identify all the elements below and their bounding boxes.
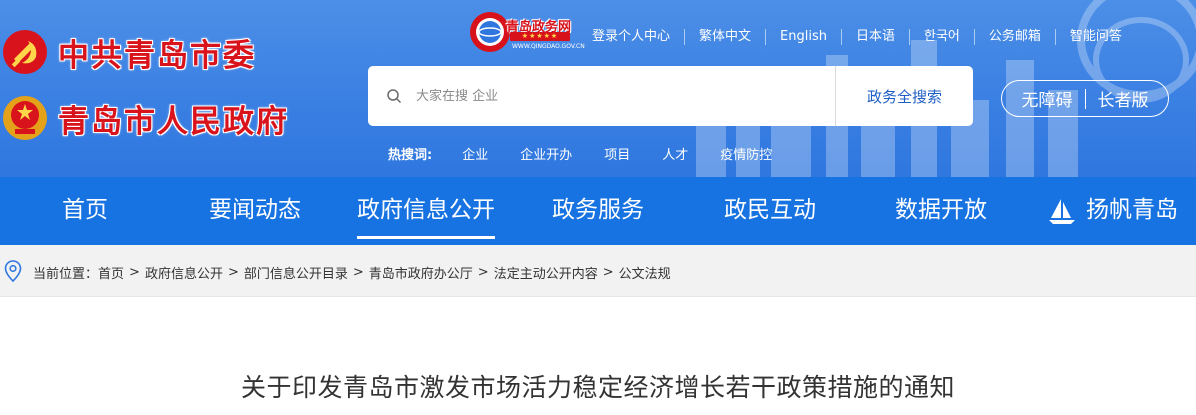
nav-item-open-data[interactable]: 数据开放 (895, 177, 987, 245)
party-emblem-icon (3, 30, 47, 74)
government-brand-text: 青岛市人民政府 (58, 103, 289, 140)
breadcrumb-item[interactable]: 部门信息公开目录 (244, 263, 348, 282)
toplink-korean[interactable]: 한국어 (909, 29, 974, 45)
toplink-traditional-chinese[interactable]: 繁体中文 (684, 29, 765, 45)
hot-word[interactable]: 企业 (462, 144, 488, 163)
nav-item-yangfan[interactable]: 扬帆青岛 (1086, 177, 1178, 245)
document-title: 关于印发青岛市激发市场活力稳定经济增长若干政策措施的通知 (240, 373, 955, 402)
breadcrumb-separator: > (227, 265, 239, 280)
nav-item-interaction[interactable]: 政民互动 (724, 177, 816, 245)
search-icon (387, 89, 402, 104)
nav-item-gov-info[interactable]: 政府信息公开 (357, 177, 495, 245)
hot-word[interactable]: 企业开办 (520, 144, 572, 163)
nav-item-news[interactable]: 要闻动态 (209, 177, 301, 245)
search-box: 政务全搜索 (368, 66, 973, 126)
top-links: 登录个人中心 繁体中文 English 日本语 한국어 公务邮箱 智能问答 (578, 28, 1136, 46)
hot-word[interactable]: 项目 (604, 144, 630, 163)
breadcrumb-label: 当前位置： (33, 267, 99, 282)
hot-search-label: 热搜词: (388, 148, 433, 163)
accessibility-switch: 无障碍 长者版 (1001, 80, 1169, 117)
main-nav: 首页 要闻动态 政府信息公开 政务服务 政民互动 数据开放 扬帆青岛 (0, 177, 1196, 245)
breadcrumb: 当前位置： 首页 > 政府信息公开 > 部门信息公开目录 > 青岛市政府办公厅 … (33, 263, 671, 282)
location-pin-icon (4, 260, 22, 282)
hot-word[interactable]: 人才 (662, 144, 688, 163)
toplink-japanese[interactable]: 日本语 (840, 29, 909, 45)
search-input[interactable] (416, 81, 846, 111)
government-brand[interactable]: 青岛市人民政府 (0, 88, 289, 148)
breadcrumb-separator: > (129, 265, 140, 280)
breadcrumb-separator: > (477, 265, 489, 280)
breadcrumb-item[interactable]: 青岛市政府办公厅 (369, 263, 473, 282)
site-header: 中共青岛市委 青岛市人民政府 青岛政务网 ★★★★★ WWW.QINGDAO.G… (0, 0, 1196, 177)
sailboat-icon (1049, 199, 1075, 224)
nav-item-home[interactable]: 首页 (62, 177, 108, 245)
hot-word[interactable]: 疫情防控 (720, 144, 772, 163)
breadcrumb-item[interactable]: 公文法规 (619, 263, 671, 282)
toplink-official-mail[interactable]: 公务邮箱 (973, 29, 1055, 45)
portal-stars: ★★★★★ (510, 32, 570, 41)
toplink-english[interactable]: English (765, 29, 841, 45)
breadcrumb-item[interactable]: 首页 (98, 263, 124, 282)
breadcrumb-item[interactable]: 法定主动公开内容 (494, 263, 598, 282)
nav-item-services[interactable]: 政务服务 (552, 177, 644, 245)
breadcrumb-separator: > (352, 265, 364, 280)
search-button[interactable]: 政务全搜索 (835, 66, 973, 126)
elderly-version-button[interactable]: 长者版 (1098, 86, 1149, 111)
access-divider (1084, 88, 1086, 109)
portal-url: WWW.QINGDAO.GOV.CN (512, 43, 585, 50)
breadcrumb-separator: > (602, 265, 614, 280)
breadcrumb-item[interactable]: 政府信息公开 (145, 263, 223, 282)
party-brand[interactable]: 中共青岛市委 (0, 22, 256, 82)
party-brand-text: 中共青岛市委 (58, 37, 256, 74)
national-emblem-icon (3, 96, 47, 140)
qingdao-portal-logo[interactable]: 青岛政务网 ★★★★★ WWW.QINGDAO.GOV.CN (468, 10, 585, 56)
hot-search-words: 热搜词: 企业 企业开办 项目 人才 疫情防控 (388, 144, 804, 163)
breadcrumb-bar: 当前位置： 首页 > 政府信息公开 > 部门信息公开目录 > 青岛市政府办公厅 … (0, 245, 1196, 297)
barrier-free-button[interactable]: 无障碍 (1022, 86, 1073, 111)
toplink-user-center[interactable]: 登录个人中心 (578, 29, 684, 45)
toplink-smart-qa[interactable]: 智能问答 (1054, 29, 1136, 45)
